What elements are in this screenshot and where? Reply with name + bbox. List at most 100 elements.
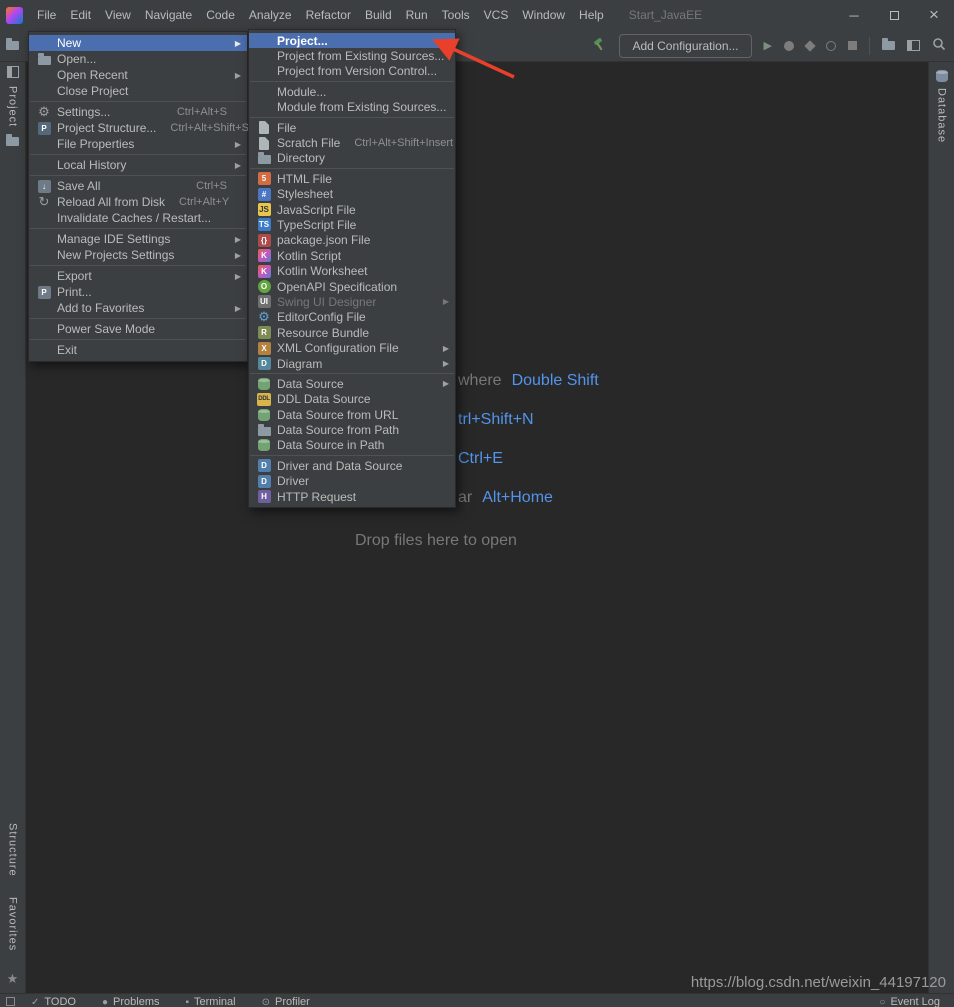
file-menu-item-invalidate-caches-restart[interactable]: Invalidate Caches / Restart... bbox=[29, 210, 247, 226]
menu-item-label: New bbox=[57, 36, 81, 50]
menubar-item-analyze[interactable]: Analyze bbox=[242, 0, 299, 30]
menu-separator bbox=[30, 175, 246, 176]
status-bar-item-todo[interactable]: ✓TODO bbox=[31, 996, 76, 1007]
new-submenu-item-driver[interactable]: DDriver bbox=[249, 474, 455, 489]
file-menu-item-reload-all-from-disk[interactable]: ↻Reload All from DiskCtrl+Alt+Y bbox=[29, 194, 247, 210]
menu-item-shortcut: Ctrl+Alt+Shift+Insert bbox=[340, 137, 453, 149]
new-submenu-item-project-from-existing-sources[interactable]: Project from Existing Sources... bbox=[249, 48, 455, 63]
file-menu-item-project-structure[interactable]: PProject Structure...Ctrl+Alt+Shift+S bbox=[29, 120, 247, 136]
new-submenu-item-project[interactable]: Project... bbox=[249, 33, 455, 48]
new-submenu-item-data-source-from-url[interactable]: Data Source from URL bbox=[249, 407, 455, 422]
new-submenu-item-kotlin-worksheet[interactable]: KKotlin Worksheet bbox=[249, 263, 455, 278]
run-button-icon[interactable]: ▶ bbox=[764, 39, 772, 52]
new-submenu-item-module-from-existing-sources[interactable]: Module from Existing Sources... bbox=[249, 100, 455, 115]
new-submenu-item-scratch-file[interactable]: Scratch FileCtrl+Alt+Shift+Insert bbox=[249, 135, 455, 150]
menubar-item-build[interactable]: Build bbox=[358, 0, 399, 30]
menu-item-label: Exit bbox=[57, 343, 77, 357]
new-submenu-item-module[interactable]: Module... bbox=[249, 84, 455, 99]
stop-button-icon[interactable] bbox=[848, 41, 857, 50]
new-submenu-item-editorconfig-file[interactable]: ⚙EditorConfig File bbox=[249, 310, 455, 325]
search-everywhere-icon[interactable] bbox=[932, 37, 946, 54]
new-submenu-item-project-from-version-control[interactable]: Project from Version Control... bbox=[249, 64, 455, 79]
file-menu-item-local-history[interactable]: Local History▶ bbox=[29, 157, 247, 173]
data-source-url-icon bbox=[256, 408, 272, 422]
status-bar-item-event-log[interactable]: ○Event Log bbox=[879, 996, 940, 1007]
tool-window-button-structure[interactable]: Structure bbox=[7, 823, 19, 877]
menubar-item-window[interactable]: Window bbox=[515, 0, 572, 30]
new-submenu-item-typescript-file[interactable]: TSTypeScript File bbox=[249, 217, 455, 232]
coverage-button-icon[interactable] bbox=[804, 40, 815, 51]
tool-window-button-database[interactable]: Database bbox=[936, 88, 948, 143]
favorites-star-icon[interactable]: ★ bbox=[7, 971, 19, 987]
file-menu-item-exit[interactable]: Exit bbox=[29, 342, 247, 358]
new-submenu-item-driver-and-data-source[interactable]: DDriver and Data Source bbox=[249, 458, 455, 473]
new-submenu-item-openapi-specification[interactable]: OOpenAPI Specification bbox=[249, 279, 455, 294]
new-submenu-item-stylesheet[interactable]: #Stylesheet bbox=[249, 187, 455, 202]
new-submenu-item-javascript-file[interactable]: JSJavaScript File bbox=[249, 202, 455, 217]
left-tool-stripe: Project Structure Favorites ★ bbox=[0, 62, 26, 993]
new-submenu-item-data-source-from-path[interactable]: Data Source from Path bbox=[249, 422, 455, 437]
new-submenu-item-data-source-in-path[interactable]: Data Source in Path bbox=[249, 438, 455, 453]
tool-window-button-favorites[interactable]: Favorites bbox=[7, 897, 19, 951]
status-bar-item-profiler[interactable]: ⊙Profiler bbox=[262, 996, 310, 1007]
menubar-item-code[interactable]: Code bbox=[199, 0, 242, 30]
menubar-item-run[interactable]: Run bbox=[399, 0, 435, 30]
file-menu-item-new[interactable]: New▶ bbox=[29, 35, 247, 51]
file-menu-item-close-project[interactable]: Close Project bbox=[29, 83, 247, 99]
menubar-item-refactor[interactable]: Refactor bbox=[299, 0, 358, 30]
file-menu-item-save-all[interactable]: ↓Save AllCtrl+S bbox=[29, 178, 247, 194]
status-bar-item-problems[interactable]: ●Problems bbox=[102, 996, 160, 1007]
new-submenu-item-resource-bundle[interactable]: RResource Bundle bbox=[249, 325, 455, 340]
new-submenu-item-file[interactable]: File bbox=[249, 120, 455, 135]
file-menu-item-file-properties[interactable]: File Properties▶ bbox=[29, 136, 247, 152]
menubar-item-tools[interactable]: Tools bbox=[435, 0, 477, 30]
menubar-item-view[interactable]: View bbox=[98, 0, 138, 30]
editor-hint-line: Ctrl+E bbox=[458, 450, 503, 468]
new-submenu-item-http-request[interactable]: HHTTP Request bbox=[249, 489, 455, 504]
profiler-button-icon[interactable] bbox=[826, 41, 836, 51]
new-submenu-item-directory[interactable]: Directory bbox=[249, 151, 455, 166]
menubar-item-navigate[interactable]: Navigate bbox=[138, 0, 199, 30]
build-hammer-icon[interactable] bbox=[591, 36, 607, 55]
navbar-project-icon[interactable] bbox=[6, 41, 19, 50]
status-bar-item-label: Event Log bbox=[890, 996, 940, 1007]
menubar-item-vcs[interactable]: VCS bbox=[477, 0, 516, 30]
project-folder-icon[interactable] bbox=[6, 137, 19, 146]
new-submenu-item-package-json-file[interactable]: {}package.json File bbox=[249, 233, 455, 248]
status-bar-item-terminal[interactable]: ▪Terminal bbox=[185, 996, 235, 1007]
debug-button-icon[interactable] bbox=[784, 41, 794, 51]
new-submenu-item-ddl-data-source[interactable]: DDLDDL Data Source bbox=[249, 392, 455, 407]
submenu-arrow-icon: ▶ bbox=[439, 379, 449, 388]
open-project-icon[interactable] bbox=[882, 41, 895, 50]
file-menu-item-open[interactable]: Open... bbox=[29, 51, 247, 67]
file-menu-item-manage-ide-settings[interactable]: Manage IDE Settings▶ bbox=[29, 231, 247, 247]
tool-window-button-project[interactable]: Project bbox=[7, 86, 19, 127]
add-configuration-button[interactable]: Add Configuration... bbox=[619, 34, 751, 58]
minimize-button[interactable]: ─ bbox=[834, 0, 874, 30]
file-menu-item-settings[interactable]: ⚙Settings...Ctrl+Alt+S bbox=[29, 104, 247, 120]
file-menu-item-add-to-favorites[interactable]: Add to Favorites▶ bbox=[29, 300, 247, 316]
new-submenu-item-kotlin-script[interactable]: KKotlin Script bbox=[249, 248, 455, 263]
new-submenu-item-html-file[interactable]: 5HTML File bbox=[249, 171, 455, 186]
tool-window-toggle-icon[interactable] bbox=[6, 997, 15, 1006]
menubar-item-file[interactable]: File bbox=[30, 0, 63, 30]
database-icon[interactable] bbox=[936, 70, 948, 82]
project-tool-window-icon[interactable] bbox=[7, 66, 19, 78]
file-menu-item-open-recent[interactable]: Open Recent▶ bbox=[29, 67, 247, 83]
maximize-button[interactable] bbox=[874, 0, 914, 30]
layout-icon[interactable] bbox=[907, 40, 920, 51]
close-button[interactable]: × bbox=[914, 0, 954, 30]
file-menu-item-new-projects-settings[interactable]: New Projects Settings▶ bbox=[29, 247, 247, 263]
file-menu-item-power-save-mode[interactable]: Power Save Mode bbox=[29, 321, 247, 337]
file-menu-item-print[interactable]: PPrint... bbox=[29, 284, 247, 300]
editor-hint-line: whereDouble Shift bbox=[458, 372, 599, 390]
new-submenu-item-diagram[interactable]: DDiagram▶ bbox=[249, 356, 455, 371]
file-menu-item-export[interactable]: Export▶ bbox=[29, 268, 247, 284]
openapi-icon: O bbox=[256, 280, 272, 294]
menu-item-label: Project Structure... bbox=[57, 121, 156, 135]
menubar-item-edit[interactable]: Edit bbox=[63, 0, 98, 30]
new-submenu-item-data-source[interactable]: Data Source▶ bbox=[249, 376, 455, 391]
maximize-icon bbox=[890, 11, 899, 20]
new-submenu-item-xml-configuration-file[interactable]: XXML Configuration File▶ bbox=[249, 340, 455, 355]
menubar-item-help[interactable]: Help bbox=[572, 0, 611, 30]
